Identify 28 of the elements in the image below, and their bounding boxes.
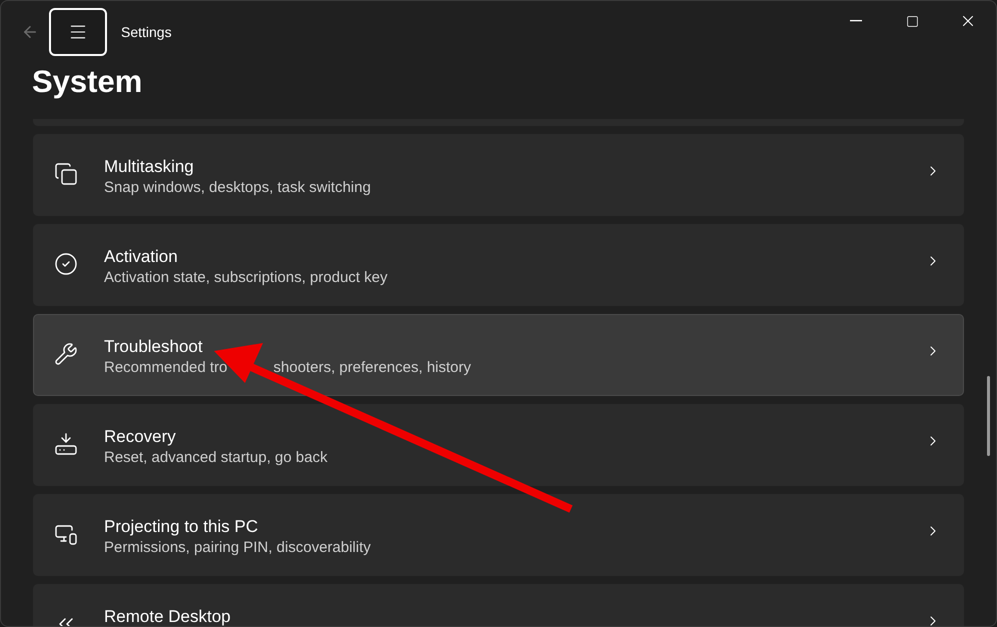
minimize-icon: [850, 20, 862, 22]
card-title: Recovery: [104, 427, 177, 447]
card-subtitle: Activation state, subscriptions, product key: [104, 269, 388, 286]
card-subtitle: Recommended tro: [104, 359, 228, 376]
card-title: Multitasking: [104, 157, 195, 177]
card-subtitle: Permissions, pairing PIN, discoverability: [104, 539, 371, 556]
card-title: Troubleshoot: [104, 337, 204, 357]
scrollbar-thumb[interactable]: [987, 376, 990, 456]
settings-card[interactable]: Projecting to this PC Permissions, pairing PIN, discoverability: [33, 494, 964, 576]
settings-card[interactable]: Multitasking Snap windows, desktops, task switching: [33, 134, 964, 216]
windows-icon: [54, 162, 78, 186]
settings-card[interactable]: Recovery Reset, advanced startup, go back: [33, 404, 964, 486]
menu-button[interactable]: [49, 8, 107, 56]
card-title: Projecting to this PC: [104, 517, 260, 537]
card-subtitle: shooters, preferences, history: [273, 359, 471, 376]
settings-card[interactable]: Activation Activation state, subscriptions, product key: [33, 224, 964, 306]
wrench-icon: [54, 342, 78, 366]
maximize-icon: [906, 14, 918, 28]
app-title: Settings: [121, 24, 173, 40]
page-title: System: [31, 63, 144, 101]
settings-card[interactable]: Remote Desktop: [33, 584, 964, 626]
card-title: Activation: [104, 247, 179, 267]
card-subtitle: Reset, advanced startup, go back: [104, 449, 328, 466]
card-subtitle: Snap windows, desktops, task switching: [104, 179, 371, 196]
settings-card[interactable]: Troubleshoot Recommended tro shooters, preferences, history: [33, 314, 964, 396]
card-title: Remote Desktop: [104, 607, 232, 626]
check-circle-icon: [54, 252, 78, 276]
drive-arrow-icon: [54, 432, 78, 456]
